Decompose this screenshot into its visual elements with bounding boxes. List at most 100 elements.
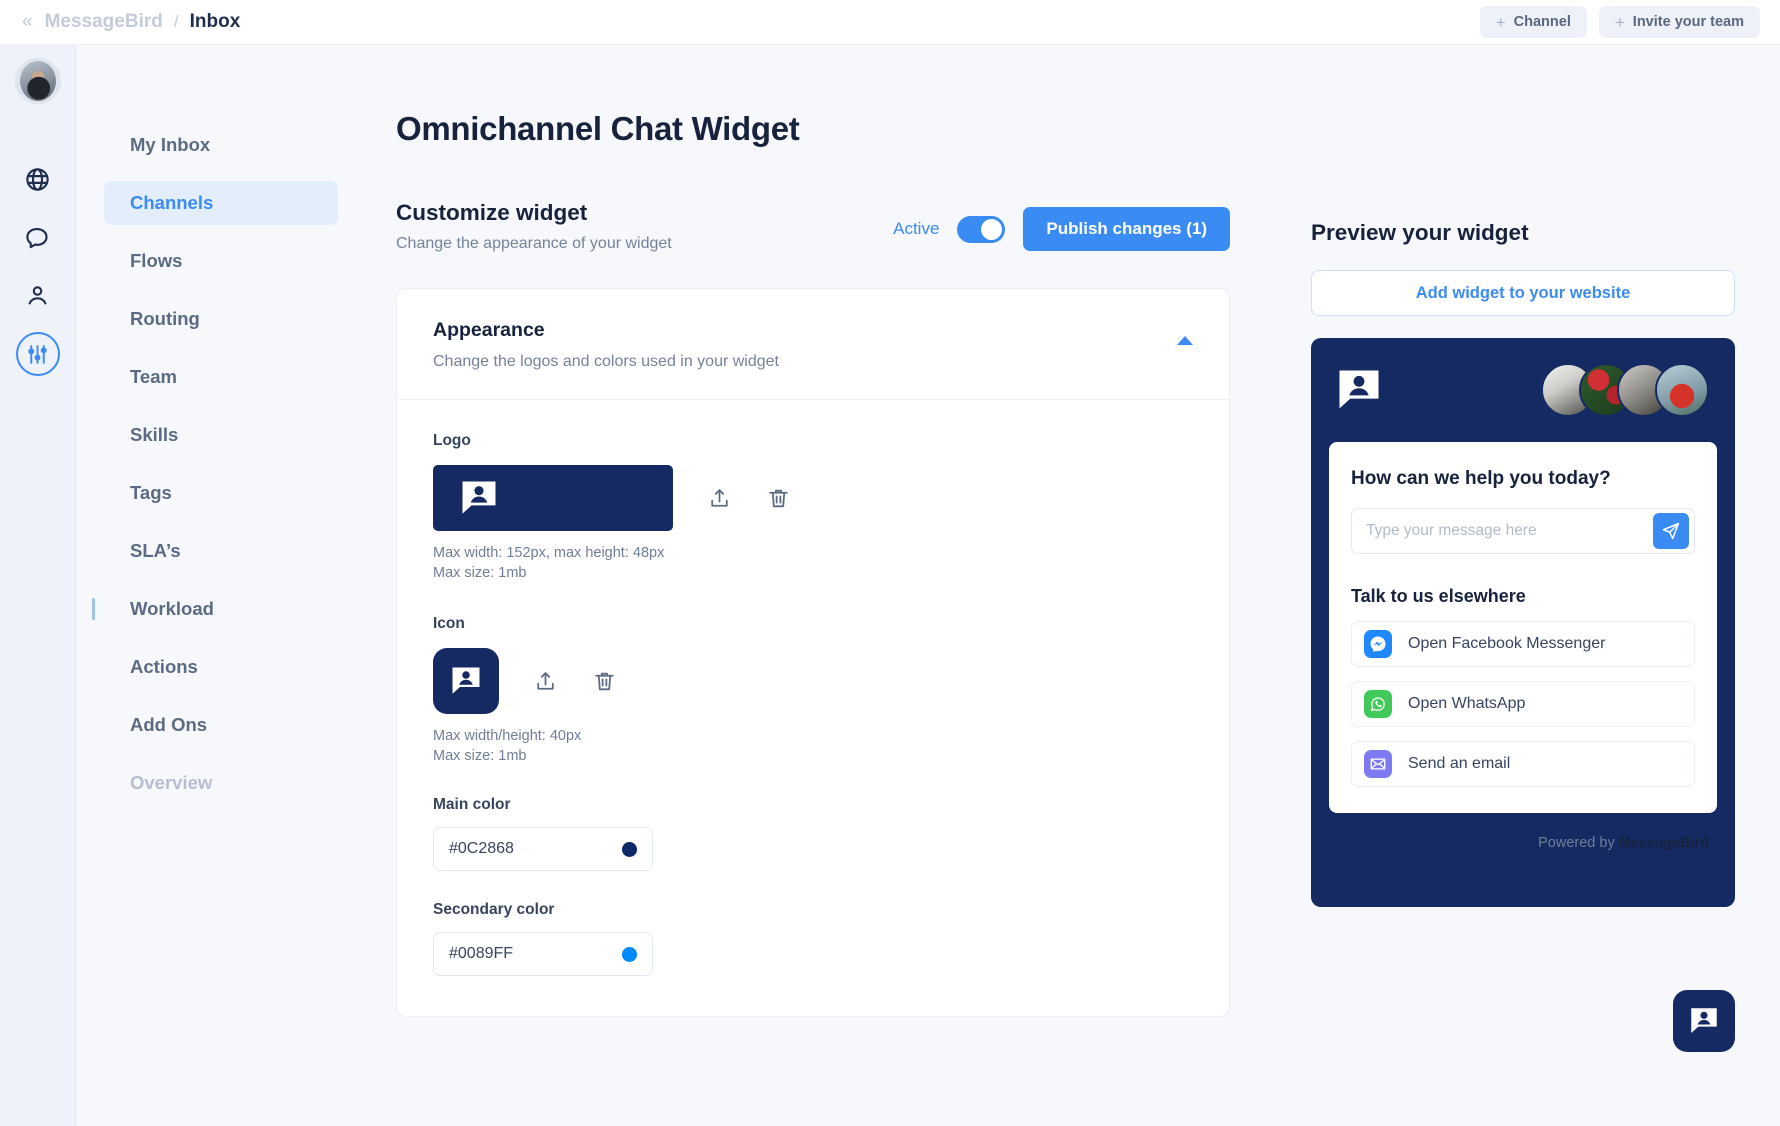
section-subtitle: Change the appearance of your widget	[396, 235, 672, 252]
sidebar-item-workload[interactable]: Workload	[92, 587, 338, 631]
sliders-icon[interactable]	[15, 332, 60, 376]
breadcrumb-separator: /	[173, 12, 179, 31]
delete-logo-button[interactable]	[766, 486, 791, 511]
secondary-color-input[interactable]: #0089FF	[433, 932, 653, 977]
widget-message-input[interactable]: Type your message here	[1351, 508, 1695, 554]
appearance-card-header[interactable]: Appearance Change the logos and colors u…	[397, 289, 1229, 400]
widget-launcher-button[interactable]	[1673, 990, 1735, 1052]
appearance-card: Appearance Change the logos and colors u…	[396, 288, 1230, 1018]
sidebar-item-team[interactable]: Team	[104, 355, 338, 399]
chat-person-logo-icon	[462, 481, 496, 514]
appearance-card-header-text: Appearance Change the logos and colors u…	[433, 319, 1177, 371]
channel-row-email[interactable]: Send an email	[1351, 741, 1695, 787]
sidebar-item-label: SLA’s	[130, 540, 181, 561]
section-controls: Active Publish changes (1)	[893, 207, 1230, 253]
sidebar-item-label: Routing	[130, 308, 200, 329]
chevron-up-icon[interactable]	[1177, 336, 1193, 345]
icon-hint-line2: Max size: 1mb	[433, 747, 527, 764]
add-widget-button[interactable]: Add widget to your website	[1311, 270, 1735, 316]
active-toggle[interactable]	[957, 215, 1006, 243]
channel-label: Send an email	[1408, 755, 1511, 772]
icon-hint: Max width/height: 40px Max size: 1mb	[433, 727, 1193, 766]
breadcrumb: « MessageBird / Inbox	[22, 11, 240, 33]
channel-label: Open Facebook Messenger	[1408, 635, 1606, 652]
page-title: Omnichannel Chat Widget	[396, 110, 800, 147]
sidebar-item-skills[interactable]: Skills	[104, 413, 338, 457]
sidebar-item-label: Tags	[130, 482, 172, 503]
email-icon	[1364, 750, 1392, 778]
logo-hint-line2: Max size: 1mb	[433, 564, 527, 581]
logo-hint: Max width: 152px, max height: 48px Max s…	[433, 544, 1193, 583]
add-channel-button[interactable]: + Channel	[1479, 6, 1587, 38]
upload-icon-button[interactable]	[533, 669, 558, 694]
main-color-value: #0C2868	[449, 840, 514, 858]
publish-changes-button[interactable]: Publish changes (1)	[1023, 207, 1230, 251]
sidebar-item-label: Skills	[130, 424, 179, 445]
person-icon[interactable]	[15, 272, 61, 318]
channel-row-messenger[interactable]: Open Facebook Messenger	[1351, 621, 1695, 667]
upload-logo-button[interactable]	[707, 486, 732, 511]
widget-body-card: How can we help you today? Type your mes…	[1329, 442, 1717, 813]
secondary-color-label: Secondary color	[433, 901, 555, 919]
active-toggle-label: Active	[893, 219, 940, 238]
main-color-field: Main color #0C2868	[433, 796, 1193, 872]
channel-row-whatsapp[interactable]: Open WhatsApp	[1351, 681, 1695, 727]
send-icon[interactable]	[1653, 513, 1689, 549]
top-bar-actions: + Channel + Invite your team	[1479, 6, 1760, 38]
collapse-nav-icon[interactable]: «	[22, 11, 34, 33]
sidebar-item-label: Add Ons	[130, 714, 208, 735]
sidebar-item-tags[interactable]: Tags	[104, 471, 338, 515]
channel-label: Open WhatsApp	[1408, 695, 1526, 712]
preview-title: Preview your widget	[1311, 220, 1529, 245]
agent-avatar	[1655, 363, 1709, 417]
chat-person-logo-icon	[452, 667, 480, 694]
globe-icon[interactable]	[15, 156, 61, 202]
secondary-color-field: Secondary color #0089FF	[433, 901, 1193, 977]
sidebar-item-slas[interactable]: SLA’s	[104, 529, 338, 573]
icon-hint-line1: Max width/height: 40px	[433, 728, 582, 745]
sidebar-item-flows[interactable]: Flows	[104, 239, 338, 283]
whatsapp-icon	[1364, 690, 1392, 718]
left-rail	[0, 45, 76, 1126]
delete-icon-button[interactable]	[592, 669, 617, 694]
widget-logo	[1333, 364, 1385, 416]
section-title: Customize widget	[396, 200, 588, 225]
agent-avatars	[1541, 363, 1709, 417]
widget-header	[1311, 338, 1735, 442]
sidebar-item-label: Team	[130, 366, 177, 387]
sidebar-item-label: Actions	[130, 656, 198, 677]
powered-by-brand: MessageBird	[1618, 835, 1709, 851]
invite-team-button[interactable]: + Invite your team	[1598, 6, 1760, 38]
sidebar-item-label: Overview	[130, 772, 213, 793]
logo-row	[433, 465, 1193, 531]
sidebar-item-overview[interactable]: Overview	[104, 761, 338, 805]
sidebar-item-label: My Inbox	[130, 134, 211, 155]
avatar-image	[19, 61, 56, 101]
main-color-input[interactable]: #0C2868	[433, 827, 653, 872]
breadcrumb-brand[interactable]: MessageBird	[45, 11, 163, 33]
logo-hint-line1: Max width: 152px, max height: 48px	[433, 545, 665, 561]
breadcrumb-current: Inbox	[189, 11, 241, 32]
sidebar-item-actions[interactable]: Actions	[104, 645, 338, 689]
sidebar-item-label: Flows	[130, 250, 183, 271]
icon-row	[433, 648, 1193, 715]
main-color-label: Main color	[433, 796, 511, 814]
plus-icon: +	[1495, 12, 1506, 32]
chat-bubble-icon[interactable]	[15, 214, 61, 260]
messenger-icon	[1364, 630, 1392, 658]
sidebar-item-channels[interactable]: Channels	[104, 181, 338, 225]
sidebar-item-add-ons[interactable]: Add Ons	[104, 703, 338, 747]
powered-by-prefix: Powered by	[1538, 835, 1619, 851]
avatar[interactable]	[14, 58, 61, 104]
secondary-color-swatch[interactable]	[622, 946, 637, 962]
sidebar-item-my-inbox[interactable]: My Inbox	[104, 123, 338, 167]
settings-sidebar: My Inbox Channels Flows Routing Team Ski…	[76, 45, 366, 1126]
active-indicator	[92, 598, 95, 620]
logo-label: Logo	[433, 432, 471, 449]
main-color-swatch[interactable]	[622, 841, 637, 857]
appearance-title: Appearance	[433, 319, 545, 341]
plus-icon: +	[1614, 12, 1625, 32]
widget-channels-title: Talk to us elsewhere	[1351, 586, 1526, 606]
icon-label: Icon	[433, 615, 465, 633]
sidebar-item-routing[interactable]: Routing	[104, 297, 338, 341]
